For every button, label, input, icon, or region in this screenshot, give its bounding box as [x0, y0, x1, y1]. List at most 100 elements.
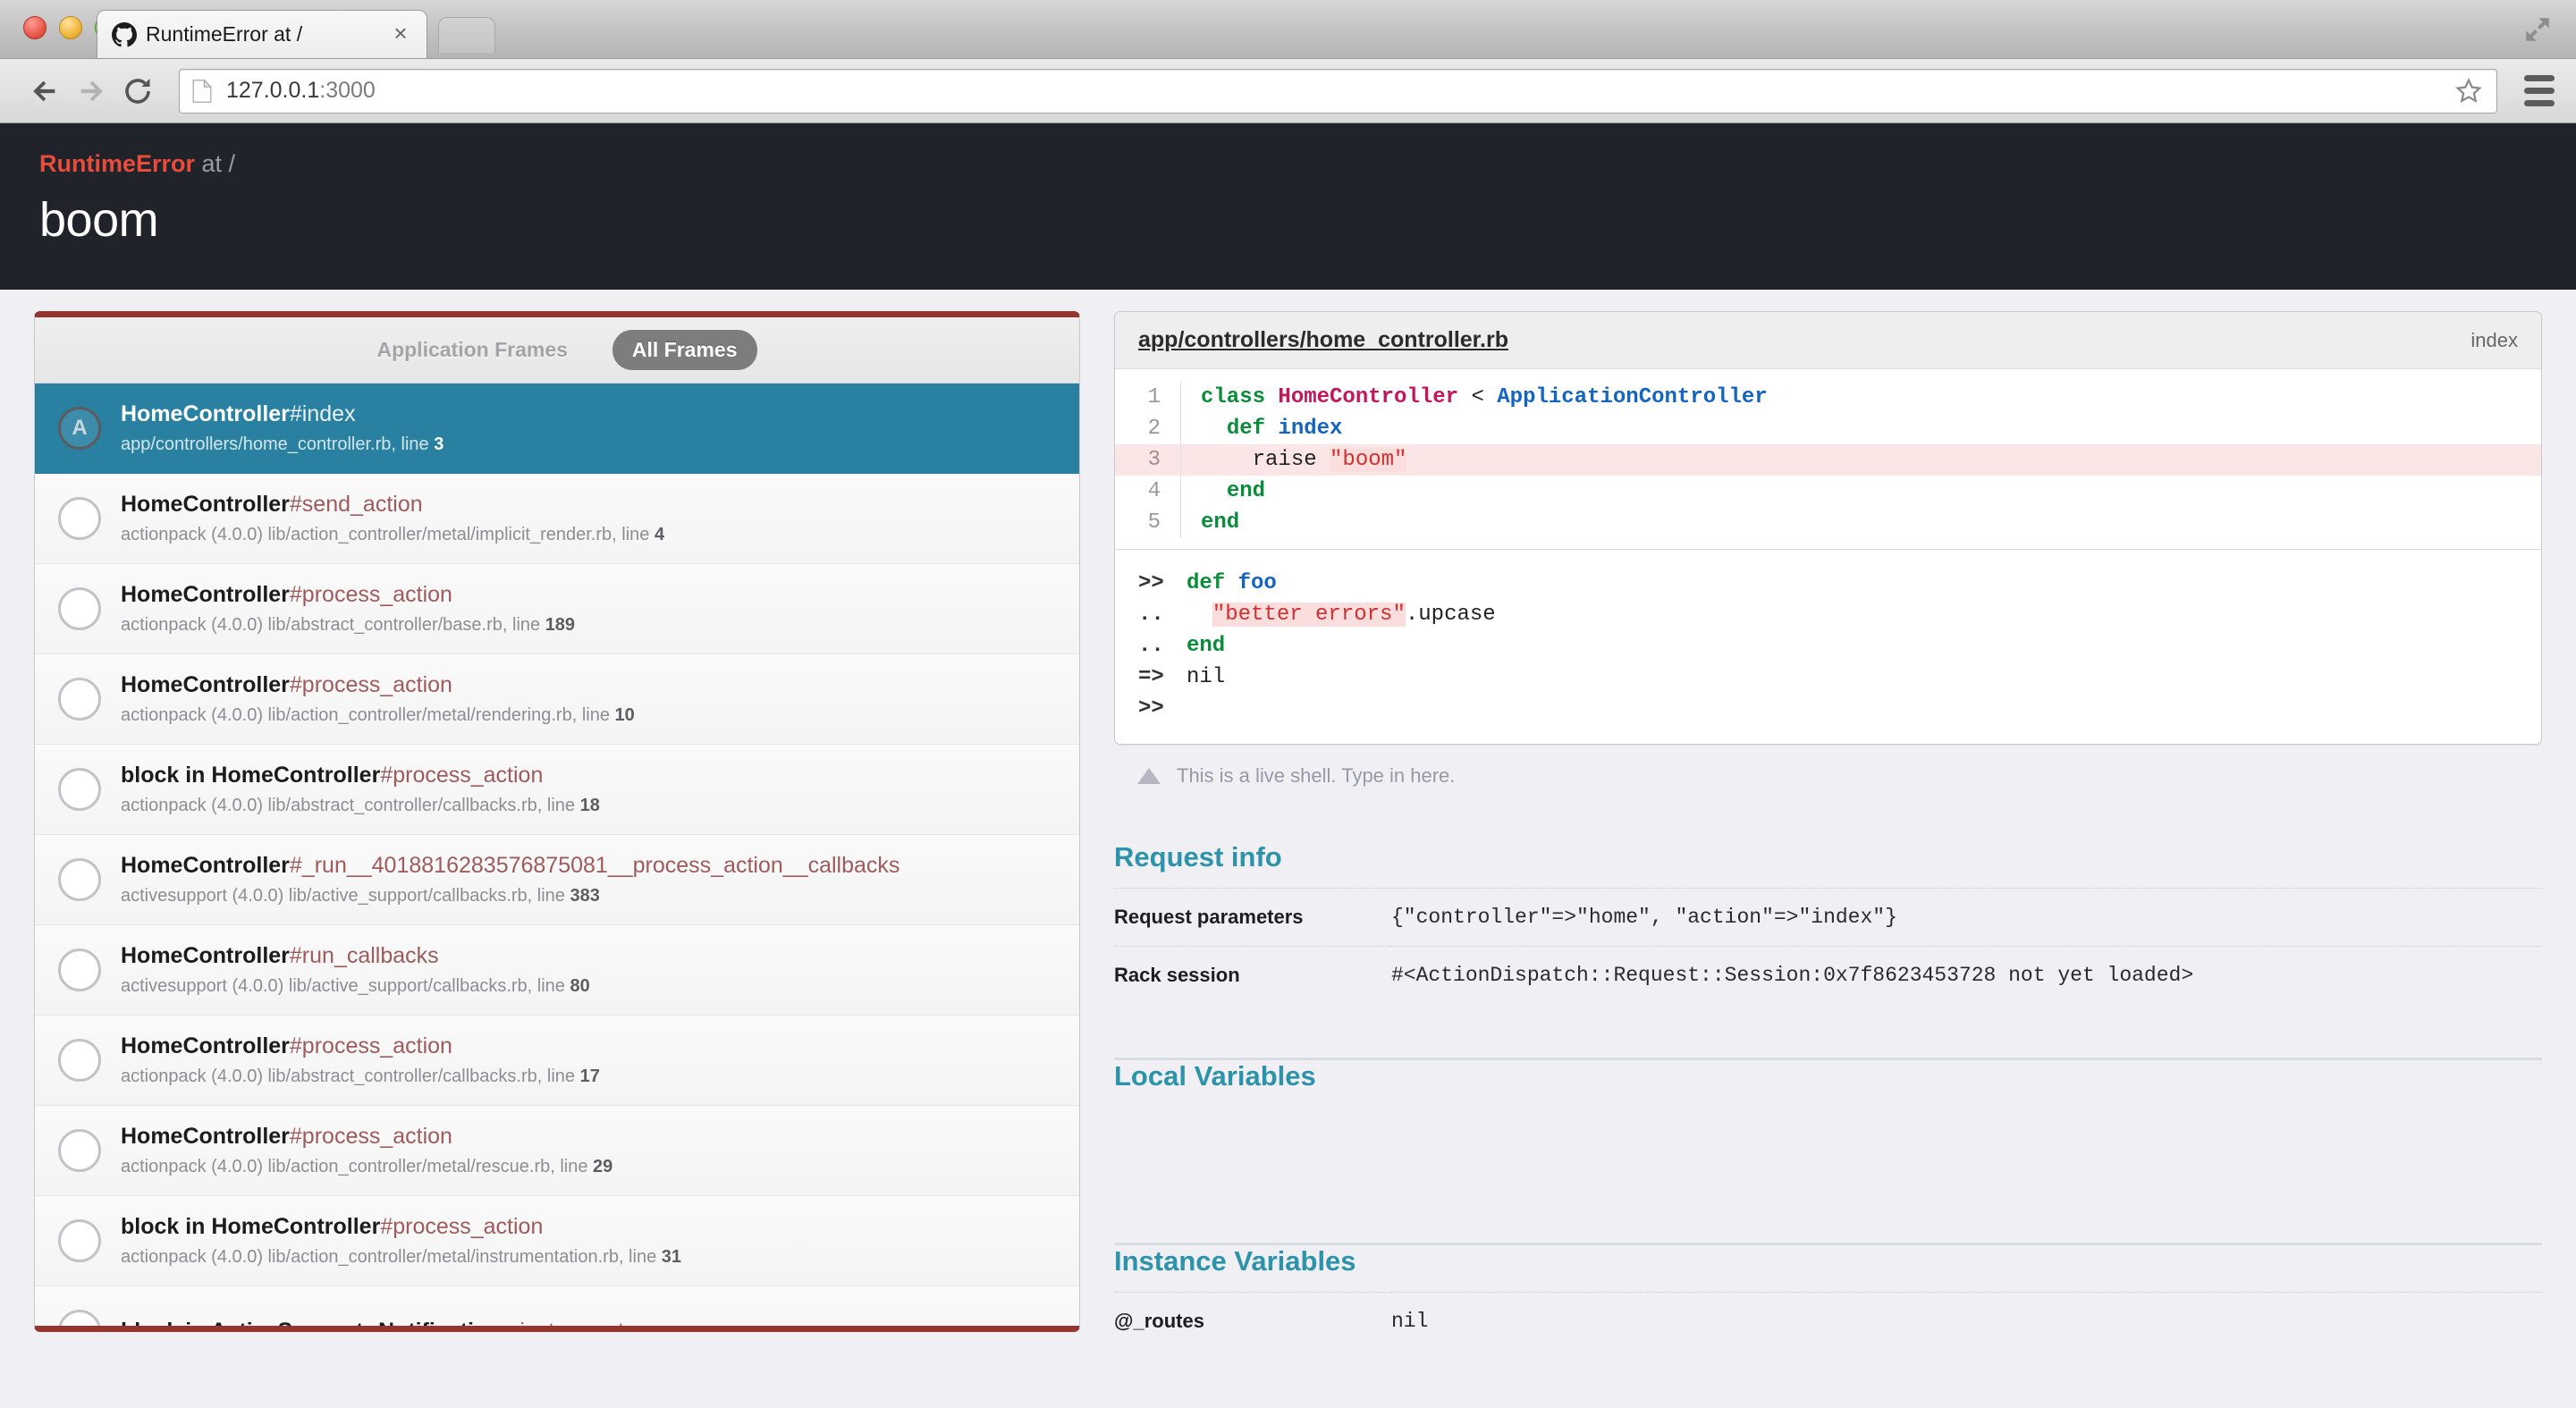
frame-info: HomeController#process_action actionpack … [121, 582, 575, 636]
code-token: end [1201, 510, 1240, 535]
shell-hint: This is a live shell. Type in here. [1114, 745, 2542, 788]
back-arrow-icon[interactable] [21, 68, 68, 114]
source-code: 1 class HomeController < ApplicationContr… [1115, 369, 2541, 550]
frame-name: block in HomeController#process_action [121, 763, 600, 788]
frame-row[interactable]: A HomeController#index app/controllers/hom… [35, 384, 1079, 474]
exception-class: RuntimeError [39, 150, 196, 177]
code-token: end [1187, 634, 1226, 658]
frame-method: #process_action [289, 1033, 452, 1058]
code-line: 5 end [1115, 507, 2541, 538]
url-port: :3000 [319, 78, 376, 103]
fullscreen-expand-icon[interactable] [2522, 14, 2553, 45]
frame-info: HomeController#index app/controllers/home… [121, 401, 443, 455]
frame-row[interactable]: HomeController#send_action actionpack (4.… [35, 474, 1079, 564]
live-shell-console[interactable]: >> def foo.. "better errors".upcase.. end =… [1115, 550, 2541, 744]
section-title: Local Variables [1114, 1060, 1316, 1092]
code-token: < [1458, 385, 1498, 409]
error-message: boom [39, 193, 159, 247]
frame-info: block in ActiveSupport::Notifications.in… [121, 1318, 624, 1332]
repl-prompt: >> [1138, 571, 1164, 595]
frame-row[interactable]: HomeController#process_action actionpack … [35, 564, 1079, 654]
frame-class: HomeController [121, 853, 290, 878]
frame-badge [58, 949, 101, 991]
browser-tab[interactable]: RuntimeError at / × [97, 10, 427, 58]
repl-prompt: .. [1138, 634, 1164, 658]
frame-class: HomeController [121, 1033, 290, 1058]
line-number: 3 [1115, 444, 1181, 476]
frame-row[interactable]: HomeController#process_action actionpack … [35, 1016, 1079, 1106]
variable-key: Request parameters [1114, 906, 1304, 928]
repl-prompt: .. [1138, 603, 1164, 627]
repl-prompt: >> [1138, 696, 1164, 721]
code-source: end [1201, 507, 1239, 538]
code-token: foo [1237, 571, 1277, 595]
frame-method: #process_action [380, 1214, 544, 1239]
frame-name: HomeController#send_action [121, 492, 664, 518]
frame-class: HomeController [121, 401, 290, 426]
repl-line: => nil [1115, 662, 2541, 693]
close-icon[interactable]: × [389, 21, 412, 46]
frame-file: actionpack (4.0.0) lib/action_controller… [121, 705, 615, 725]
github-octocat-icon [112, 21, 137, 46]
address-bar[interactable]: 127.0.0.1:3000 [179, 68, 2497, 114]
frame-file: app/controllers/home_controller.rb, line [121, 434, 435, 454]
hamburger-menu-icon[interactable] [2515, 75, 2555, 106]
frame-class: HomeController [121, 492, 290, 517]
close-window-button[interactable] [23, 16, 46, 39]
frame-row[interactable]: block in ActiveSupport::Notifications.in… [35, 1286, 1079, 1332]
frame-info: block in HomeController#process_actionac… [121, 763, 600, 816]
frame-file: actionpack (4.0.0) lib/abstract_controll… [121, 796, 580, 815]
frame-line-number: 383 [570, 886, 600, 906]
frame-info: block in HomeController#process_action ac… [121, 1214, 681, 1268]
minimize-window-button[interactable] [59, 16, 82, 39]
bookmark-star-icon[interactable] [2454, 76, 2484, 106]
frame-location: actionpack (4.0.0) lib/action_controller… [121, 1157, 612, 1177]
frame-name: HomeController#index [121, 401, 443, 427]
variable-key: @_routes [1114, 1310, 1204, 1332]
error-header: RuntimeError at / boom [0, 123, 2576, 290]
exception-at-path: at / [195, 150, 236, 177]
variables-table: @_routes nil [1114, 1292, 2542, 1350]
forward-arrow-icon[interactable] [68, 68, 114, 114]
code-line: 3 raise "boom" [1115, 444, 2541, 476]
frame-row[interactable]: HomeController#run_callbacks activesuppor… [35, 925, 1079, 1016]
source-file-link[interactable]: app/controllers/home_controller.rb [1138, 327, 1508, 353]
new-tab-button[interactable] [438, 17, 495, 53]
frames-tab-all[interactable]: All Frames [612, 330, 757, 370]
frame-class: block in ActiveSupport::Notifications [121, 1318, 514, 1332]
detail-pane: app/controllers/home_controller.rb index… [1114, 311, 2542, 1408]
frame-location: actionpack (4.0.0) lib/action_controller… [121, 525, 664, 545]
frame-line-number: 80 [570, 976, 590, 996]
code-source: end [1201, 476, 1265, 507]
code-token: def [1187, 571, 1238, 595]
frame-row[interactable]: HomeController#process_action actionpack … [35, 1106, 1079, 1196]
frame-row[interactable]: HomeController#_run__4018816283576875081… [35, 835, 1079, 925]
table-row: Request parameters {"controller"=>"home",… [1114, 888, 2542, 947]
info-section: Request info Request parameters {"controll… [1114, 841, 2542, 1004]
frame-name: HomeController#run_callbacks [121, 943, 590, 969]
frame-class: block in HomeController [121, 763, 381, 788]
repl-prompt: => [1138, 665, 1164, 689]
frame-file: actionpack (4.0.0) lib/action_controller… [121, 525, 655, 544]
variables-table: Request parameters {"controller"=>"home",… [1114, 888, 2542, 1004]
frame-row[interactable]: HomeController#process_action actionpack … [35, 654, 1079, 745]
frame-method: #process_action [289, 1124, 452, 1149]
code-token: HomeController [1278, 385, 1459, 409]
url-host: 127.0.0.1 [226, 78, 320, 103]
frame-location: activesupport (4.0.0) lib/active_support… [121, 976, 590, 997]
browser-toolbar: 127.0.0.1:3000 [0, 59, 2576, 123]
info-sections: Request info Request parameters {"controll… [1114, 841, 2542, 1350]
url-text: 127.0.0.1:3000 [226, 78, 2454, 104]
frame-row[interactable]: block in HomeController#process_actionac… [35, 745, 1079, 835]
frames-tab-application[interactable]: Application Frames [357, 330, 587, 370]
reload-icon[interactable] [114, 68, 161, 114]
source-header: app/controllers/home_controller.rb index [1115, 312, 2541, 369]
code-token: class [1201, 385, 1279, 409]
frame-line-number: 29 [593, 1157, 613, 1176]
code-source: raise "boom" [1201, 444, 1407, 476]
frame-row[interactable]: block in HomeController#process_action ac… [35, 1196, 1079, 1286]
frame-location: activesupport (4.0.0) lib/active_support… [121, 886, 899, 906]
section-title: Request info [1114, 841, 1282, 873]
frame-method: #process_action [380, 763, 544, 788]
browser-tab-strip: RuntimeError at / × [0, 0, 2576, 59]
